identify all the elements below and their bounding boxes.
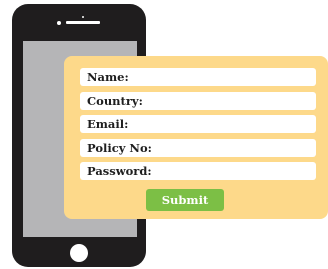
illustration-stage: Name: Country: Email: Policy No: Passwor… — [0, 0, 328, 269]
country-field[interactable]: Country: — [80, 92, 316, 110]
home-button-icon — [70, 244, 88, 262]
speaker-icon — [66, 21, 100, 24]
policy-number-field-label: Policy No: — [87, 141, 152, 155]
email-field[interactable]: Email: — [80, 115, 316, 133]
password-field-label: Password: — [87, 164, 152, 178]
camera-icon — [57, 21, 61, 25]
name-field[interactable]: Name: — [80, 68, 316, 86]
sensor-dot-icon — [82, 16, 84, 18]
email-field-label: Email: — [87, 117, 129, 131]
country-field-label: Country: — [87, 94, 143, 108]
policy-number-field[interactable]: Policy No: — [80, 139, 316, 157]
name-field-label: Name: — [87, 70, 129, 84]
password-field[interactable]: Password: — [80, 162, 316, 180]
form-card: Name: Country: Email: Policy No: Passwor… — [64, 56, 328, 219]
submit-button[interactable]: Submit — [146, 189, 224, 211]
